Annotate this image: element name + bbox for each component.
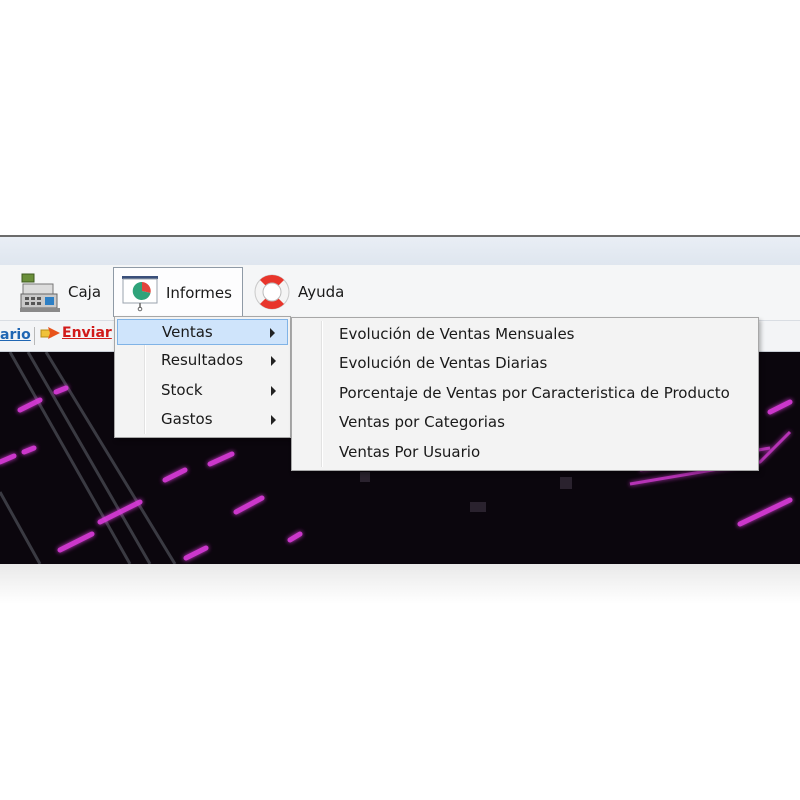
ventas-item-categorias[interactable]: Ventas por Categorias [294,410,756,436]
informes-item-gastos[interactable]: Gastos [117,407,288,433]
submenu-arrow-icon [271,386,276,396]
ventas-item-label: Evolución de Ventas Mensuales [339,325,575,343]
menu-ayuda[interactable]: Ayuda [252,268,344,316]
submenu-arrow-icon [270,328,275,338]
informes-item-resultados[interactable]: Resultados [117,348,288,374]
ventas-item-mensuales[interactable]: Evolución de Ventas Mensuales [294,322,756,348]
menubar: Caja Informes Ayuda [0,265,800,321]
ventas-item-label: Ventas por Categorias [339,413,505,431]
toolbar-separator [34,327,35,345]
window-title-area [0,237,800,265]
informes-item-label: Ventas [162,323,213,341]
ventas-item-diarias[interactable]: Evolución de Ventas Diarias [294,351,756,377]
ventas-item-label: Porcentaje de Ventas por Caracteristica … [339,384,730,402]
informes-item-label: Resultados [161,351,244,369]
informes-item-label: Stock [161,381,203,399]
menu-ayuda-label: Ayuda [298,283,345,301]
menu-caja[interactable]: Caja [18,268,101,316]
informes-item-stock[interactable]: Stock [117,378,288,404]
report-chart-icon [122,275,158,311]
toolbar-enviar-link[interactable]: Enviar [40,325,112,341]
ventas-item-label: Ventas Por Usuario [339,443,481,461]
toolbar-usuario-link[interactable]: ario [0,327,31,343]
submenu-arrow-icon [271,415,276,425]
menu-caja-label: Caja [68,283,102,301]
send-arrow-icon [40,327,60,339]
informes-item-ventas[interactable]: Ventas [117,319,288,345]
ventas-item-usuario[interactable]: Ventas Por Usuario [294,440,756,466]
menu-informes[interactable]: Informes [113,267,243,317]
informes-dropdown: Ventas Resultados Stock Gastos [114,316,291,438]
menu-informes-label: Informes [166,283,232,302]
cash-register-icon [20,273,60,312]
submenu-arrow-icon [271,356,276,366]
ventas-item-label: Evolución de Ventas Diarias [339,354,548,372]
bottom-shadow [0,564,800,604]
toolbar-enviar-label: Enviar [62,325,112,341]
informes-item-label: Gastos [161,410,213,428]
lifebuoy-icon [254,274,290,310]
ventas-item-porcentaje[interactable]: Porcentaje de Ventas por Caracteristica … [294,381,756,407]
ventas-submenu: Evolución de Ventas Mensuales Evolución … [291,317,759,471]
